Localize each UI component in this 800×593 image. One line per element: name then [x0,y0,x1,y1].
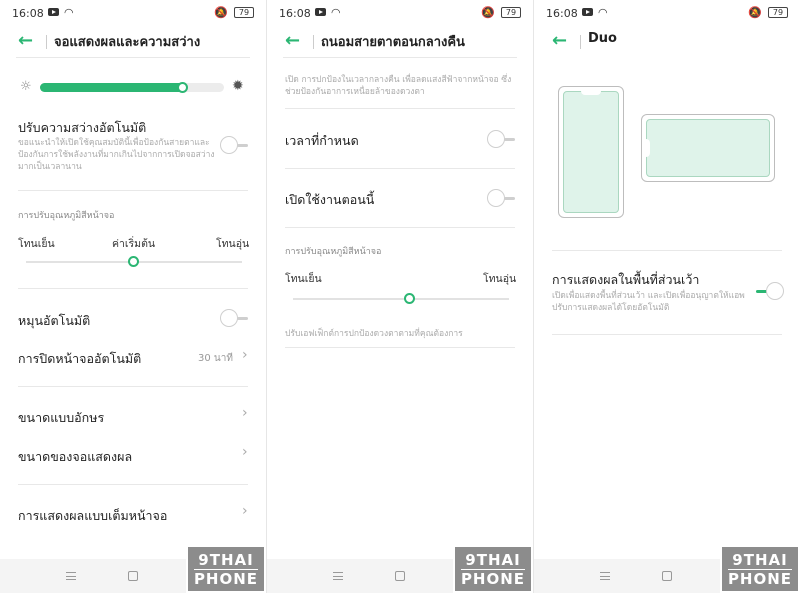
home-icon[interactable] [128,571,138,581]
divider [285,227,515,228]
home-icon[interactable] [662,571,672,581]
color-temp-caption: การปรับอุณหภูมิสีหน้าจอ [285,247,382,257]
color-temp-slider-thumb[interactable] [403,293,415,304]
back-arrow-icon[interactable]: ← [18,30,33,51]
youtube-notification-icon [582,8,593,16]
footer-note: ปรับเอฟเฟ็กต์การปกป้องดวงตาตามที่คุณต้อง… [285,329,463,339]
menu-icon[interactable] [600,572,610,580]
youtube-notification-icon [48,8,59,16]
chevron-right-icon: › [242,503,248,519]
brightness-slider[interactable] [40,82,224,93]
page-title: จอแสดงผลและความสว่าง [54,35,201,50]
font-size-label: ขนาดแบบอักษร [18,410,105,425]
default-tone-label: ค่าเริ่มต้น [112,238,156,250]
menu-icon[interactable] [66,572,76,580]
wifi-icon: ◠ [331,6,341,19]
night-shield-description: เปิด การปกป้องในเวลากลางคืน เพื่อลดแสงสี… [285,75,512,97]
color-temp-slider[interactable] [293,298,509,300]
scheduled-time-label: เวลาที่กำหนด [285,133,359,148]
notch-display-toggle[interactable] [754,282,784,300]
watermark-logo: 9THAI PHONE [453,545,533,593]
auto-screen-off-value: 30 นาที [198,353,233,364]
scheduled-time-toggle[interactable] [487,130,517,148]
back-arrow-icon[interactable]: ← [285,30,300,51]
status-time: 16:08 [279,7,311,20]
portrait-phone-illustration [558,86,624,218]
display-size-label: ขนาดของจอแสดงผล [18,449,133,464]
app-header: ← จอแสดงผลและความสว่าง [16,26,250,58]
color-temp-caption: การปรับอุณหภูมิสีหน้าจอ [18,211,115,221]
divider [18,484,248,485]
chevron-right-icon: › [242,347,248,363]
brightness-slider-thumb[interactable] [176,82,188,93]
fullscreen-display-label: การแสดงผลแบบเต็มหน้าจอ [18,508,168,523]
duo-screen: 16:08 ◠ 🔕 79 ← Duo การแสดงผลในพื้นที่ส่ว… [534,0,800,593]
page-title: ถนอมสายตาตอนกลางคืน [321,35,465,50]
display-brightness-screen: 16:08 ◠ 🔕 79 ← จอแสดงผลและความสว่าง ☼ ✹ … [0,0,266,593]
color-temp-slider-thumb[interactable] [128,256,139,267]
notch-display-label: การแสดงผลในพื้นที่ส่วนเว้า [552,272,700,287]
cool-tone-label: โทนเย็น [18,238,55,250]
auto-brightness-toggle[interactable] [220,136,250,154]
youtube-notification-icon [315,8,326,16]
chevron-right-icon: › [242,405,248,421]
auto-brightness-label: ปรับความสว่างอัตโนมัติ [18,120,147,135]
home-icon[interactable] [395,571,405,581]
watermark-logo: 9THAI PHONE [720,545,800,593]
notch-display-description: เปิดเพื่อแสดงพื้นที่ส่วนเว้า และเปิดเพื่… [552,291,745,313]
auto-rotate-toggle[interactable] [220,309,250,327]
divider [18,386,248,387]
app-header: ← ถนอมสายตาตอนกลางคืน [283,26,517,58]
divider [18,190,248,191]
wifi-icon: ◠ [64,6,74,19]
fullscreen-display-row[interactable]: การแสดงผลแบบเต็มหน้าจอ › [0,498,266,530]
warm-tone-label: โทนอุ่น [483,273,517,285]
auto-screen-off-row[interactable]: การปิดหน้าจออัตโนมัติ 30 นาที › [0,340,266,374]
display-size-row[interactable]: ขนาดของจอแสดงผล › [0,439,266,471]
status-time: 16:08 [546,7,578,20]
header-divider [313,35,314,49]
font-size-row[interactable]: ขนาดแบบอักษร › [0,400,266,432]
header-divider [46,35,47,49]
turn-on-now-toggle[interactable] [487,189,517,207]
brightness-low-icon: ☼ [20,79,32,94]
auto-brightness-description: ขอแนะนำให้เปิดใช้คุณสมบัตินี้เพื่อป้องกั… [18,138,215,172]
status-time: 16:08 [12,7,44,20]
status-bar: 16:08 ◠ 🔕 79 [267,0,533,26]
battery-icon: 79 [768,7,788,18]
turn-on-now-label: เปิดใช้งานตอนนี้ [285,192,375,207]
cool-tone-label: โทนเย็น [285,273,322,285]
menu-icon[interactable] [333,572,343,580]
mute-icon: 🔕 [748,6,762,19]
auto-screen-off-label: การปิดหน้าจออัตโนมัติ [18,351,142,366]
status-bar: 16:08 ◠ 🔕 79 [0,0,266,26]
landscape-phone-illustration [641,114,775,182]
status-bar: 16:08 ◠ 🔕 79 [534,0,800,26]
wifi-icon: ◠ [598,6,608,19]
night-shield-screen: 16:08 ◠ 🔕 79 ← ถนอมสายตาตอนกลางคืน เปิด … [267,0,533,593]
mute-icon: 🔕 [481,6,495,19]
divider [552,334,782,335]
divider [552,250,782,251]
watermark-logo: 9THAI PHONE [186,545,266,593]
divider [285,168,515,169]
page-title: Duo [588,31,617,46]
warm-tone-label: โทนอุ่น [216,238,250,250]
chevron-right-icon: › [242,444,248,460]
divider [285,347,515,348]
auto-rotate-label: หมุนอัตโนมัติ [18,313,91,328]
divider [285,108,515,109]
divider [18,288,248,289]
app-header: ← Duo [550,26,784,58]
mute-icon: 🔕 [214,6,228,19]
battery-icon: 79 [501,7,521,18]
brightness-high-icon: ✹ [232,78,244,94]
back-arrow-icon[interactable]: ← [552,30,567,51]
brightness-slider-fill [40,83,184,92]
battery-icon: 79 [234,7,254,18]
header-divider [580,35,581,49]
